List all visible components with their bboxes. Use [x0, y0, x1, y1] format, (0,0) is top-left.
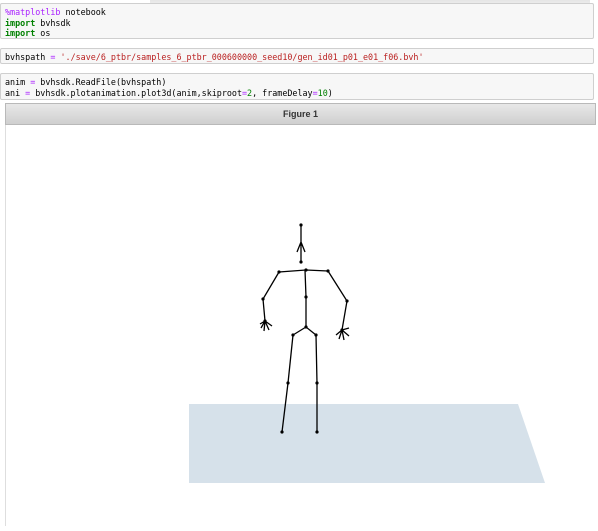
floor-plane	[189, 404, 545, 483]
code-line: bvhspath = './save/6_ptbr/samples_6_ptbr…	[5, 52, 424, 62]
code-line: %matplotlib notebook	[5, 7, 106, 17]
code-cell-path[interactable]: bvhspath = './save/6_ptbr/samples_6_ptbr…	[0, 48, 594, 64]
joint-dot	[299, 223, 303, 227]
joint-dot	[345, 299, 349, 303]
joint-dot	[304, 295, 308, 299]
joint-dot	[304, 325, 308, 329]
joint-dot	[326, 269, 330, 273]
skeleton-joints	[261, 223, 349, 434]
joint-dot	[340, 328, 344, 332]
joint-dot	[291, 333, 295, 337]
joint-dot	[286, 381, 290, 385]
joint-dot	[299, 260, 303, 264]
code-line: import bvhsdk	[5, 17, 71, 28]
skeleton	[259, 225, 350, 433]
joint-dot	[315, 430, 319, 434]
code-cell-imports[interactable]: %matplotlib notebook import bvhsdk impor…	[0, 3, 594, 39]
figure-title-bar[interactable]: Figure 1	[5, 103, 596, 125]
skeleton-left-hand	[259, 320, 273, 332]
joint-dot	[314, 333, 318, 337]
joint-dot	[280, 430, 284, 434]
code-line: anim = bvhsdk.ReadFile(bvhspath)	[5, 77, 167, 87]
skeleton-head	[296, 225, 306, 262]
code-line: ani = bvhsdk.plotanimation.plot3d(anim,s…	[5, 87, 333, 98]
skeleton-left-arm	[262, 271, 280, 322]
joint-dot	[261, 297, 265, 301]
skeleton-shoulders	[278, 269, 329, 273]
figure-title: Figure 1	[282, 109, 318, 119]
joint-dot	[315, 381, 319, 385]
code-cell-plot[interactable]: anim = bvhsdk.ReadFile(bvhspath) ani = b…	[0, 73, 594, 100]
joint-dot	[263, 319, 267, 323]
skeleton-plot	[189, 223, 545, 483]
code-line: import os	[5, 28, 51, 38]
joint-dot	[304, 268, 308, 272]
figure-canvas[interactable]	[5, 125, 597, 526]
skeleton-hips	[292, 326, 317, 336]
skeleton-right-arm	[327, 270, 348, 331]
joint-dot	[277, 270, 281, 274]
